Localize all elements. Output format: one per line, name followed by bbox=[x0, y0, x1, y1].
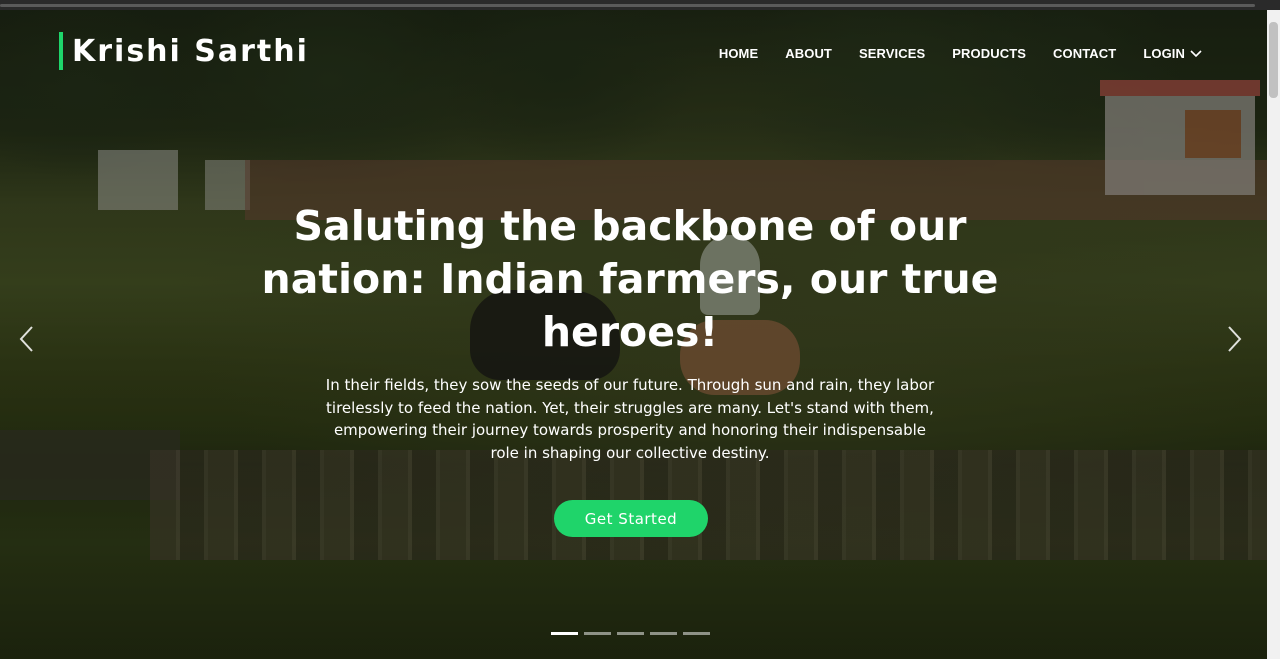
background-stone-wall bbox=[150, 450, 1267, 560]
brand-accent-bar bbox=[59, 32, 63, 70]
brand-logo[interactable]: Krishi Sarthi bbox=[59, 28, 309, 74]
main-nav: HOME ABOUT SERVICES PRODUCTS CONTACT LOG… bbox=[719, 46, 1202, 61]
nav-contact[interactable]: CONTACT bbox=[1053, 46, 1116, 61]
carousel-indicators bbox=[551, 632, 710, 635]
nav-services[interactable]: SERVICES bbox=[859, 46, 925, 61]
get-started-button[interactable]: Get Started bbox=[554, 500, 708, 537]
carousel-indicator[interactable] bbox=[551, 632, 578, 635]
browser-top-strip bbox=[0, 0, 1280, 10]
chevron-right-icon bbox=[1228, 326, 1242, 352]
chevron-left-icon bbox=[19, 326, 33, 352]
carousel-indicator[interactable] bbox=[617, 632, 644, 635]
nav-about[interactable]: ABOUT bbox=[785, 46, 832, 61]
house-window bbox=[1185, 110, 1241, 158]
chevron-down-icon bbox=[1190, 49, 1202, 57]
scrollbar-thumb[interactable] bbox=[1269, 22, 1278, 98]
carousel-prev-button[interactable] bbox=[15, 324, 39, 354]
carousel-indicator[interactable] bbox=[683, 632, 710, 635]
hero-carousel: Krishi Sarthi HOME ABOUT SERVICES PRODUC… bbox=[0, 10, 1267, 659]
page-scrollbar[interactable] bbox=[1267, 10, 1280, 659]
nav-login-dropdown[interactable]: LOGIN bbox=[1143, 46, 1202, 61]
background-wall bbox=[98, 150, 178, 210]
house-roof bbox=[1100, 80, 1260, 96]
carousel-indicator[interactable] bbox=[584, 632, 611, 635]
nav-home[interactable]: HOME bbox=[719, 46, 758, 61]
nav-products[interactable]: PRODUCTS bbox=[952, 46, 1026, 61]
background-house bbox=[1100, 80, 1260, 195]
hero-description: In their fields, they sow the seeds of o… bbox=[325, 376, 935, 462]
carousel-next-button[interactable] bbox=[1222, 324, 1246, 354]
browser-progress-line bbox=[0, 4, 1255, 7]
brand-name[interactable]: Krishi Sarthi bbox=[72, 34, 309, 69]
carousel-indicator[interactable] bbox=[650, 632, 677, 635]
nav-login-label: LOGIN bbox=[1143, 46, 1185, 61]
hero-headline: Saluting the backbone of our nation: Ind… bbox=[261, 202, 999, 356]
